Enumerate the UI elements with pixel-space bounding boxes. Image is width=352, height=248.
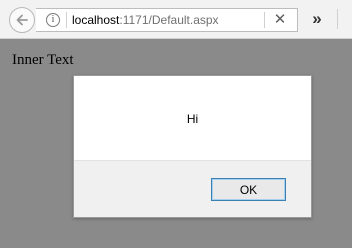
back-arrow-icon [16,14,28,26]
url-text[interactable]: localhost:1171/Default.aspx [72,13,219,28]
back-button[interactable] [9,7,35,33]
alert-dialog: Hi OK [73,75,312,218]
toolbar-divider [337,9,338,29]
url-separator [264,12,265,28]
url-path: :1171/Default.aspx [119,13,219,27]
dialog-footer: OK [74,160,311,217]
url-host: localhost [72,13,120,27]
dialog-message: Hi [186,112,199,126]
page-body-text: Inner Text [12,52,74,68]
address-bar[interactable]: i localhost:1171/Default.aspx ✕ [36,8,298,32]
browser-toolbar: i localhost:1171/Default.aspx ✕ » [0,0,352,39]
info-icon[interactable]: i [46,13,60,27]
ok-button[interactable]: OK [211,178,286,201]
close-icon[interactable]: ✕ [270,12,290,28]
url-divider [66,12,67,28]
chevron-double-right-icon[interactable]: » [307,9,327,29]
